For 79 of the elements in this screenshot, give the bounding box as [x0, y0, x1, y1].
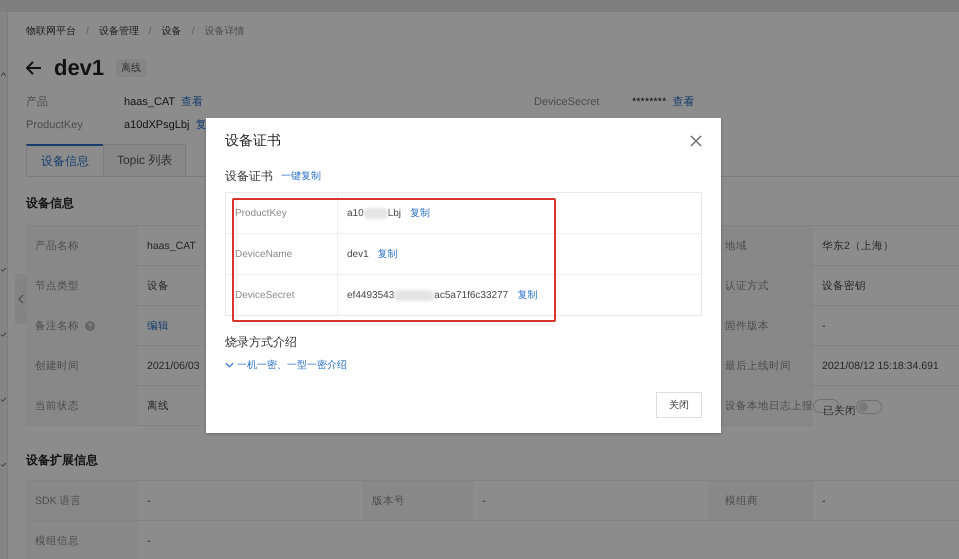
field-value: -: [482, 494, 486, 506]
close-button[interactable]: 关闭: [656, 392, 702, 418]
field-label: 模组商: [725, 494, 758, 508]
link[interactable]: 查看: [181, 94, 204, 109]
chevron-left-icon: [18, 294, 24, 304]
tab[interactable]: Topic 列表: [103, 144, 186, 176]
copy-all-link[interactable]: 一键复制: [281, 169, 321, 183]
field-label: 模组信息: [35, 534, 79, 548]
copy-link[interactable]: 复制: [378, 247, 398, 261]
field-label: 最后上线时间: [725, 358, 791, 372]
field-value: 离线: [147, 398, 169, 412]
field-label: 认证方式: [725, 278, 769, 292]
copy-link[interactable]: 复制: [410, 206, 430, 220]
field-label: 当前状态: [35, 398, 79, 412]
check-icon[interactable]: [0, 397, 7, 402]
field-value: Lbj: [388, 208, 402, 218]
field-value: dev1: [347, 248, 369, 260]
section-title: 设备证书: [225, 168, 273, 184]
device-title: dev1: [54, 55, 104, 81]
check-icon[interactable]: [0, 462, 7, 467]
help-icon[interactable]: [85, 320, 95, 330]
field-value: -: [822, 320, 826, 332]
field-label: DeviceSecret: [235, 290, 294, 300]
dialog-title: 设备证书: [225, 132, 281, 150]
collapse-handle[interactable]: [15, 274, 27, 324]
field-value: 设备密钥: [822, 278, 866, 292]
field-value: 设备: [147, 278, 169, 292]
chevron-down-icon: [225, 362, 234, 368]
field-value: 华东2（上海）: [822, 238, 894, 252]
breadcrumb-separator: /: [148, 26, 152, 36]
toggle-switch[interactable]: [856, 400, 882, 414]
breadcrumb-item[interactable]: 设备: [162, 24, 182, 38]
field-label: 产品名称: [35, 238, 79, 252]
section-title: 烧录方式介绍: [225, 334, 298, 351]
check-icon[interactable]: [0, 267, 7, 272]
field-label: 固件版本: [725, 318, 769, 332]
field-label: 创建时间: [35, 358, 79, 372]
field-value: -: [147, 534, 150, 546]
back-arrow-icon[interactable]: [26, 61, 42, 75]
field-value: a10: [347, 208, 364, 218]
caret-up-icon[interactable]: [0, 72, 7, 77]
link[interactable]: 复: [195, 117, 206, 132]
field-value: haas_CAT: [147, 240, 196, 252]
field-value: -: [822, 494, 826, 506]
check-icon[interactable]: [0, 332, 7, 337]
link[interactable]: 查看: [672, 94, 694, 109]
status-tag: 离线: [116, 59, 146, 77]
breadcrumb-separator: /: [192, 26, 194, 36]
breadcrumb-item: 设备详情: [204, 24, 244, 38]
section-title: 设备扩展信息: [26, 452, 98, 468]
field-label: 地域: [725, 238, 747, 252]
field-value: 2021/08/12 15:18:34.691: [822, 360, 939, 372]
breadcrumb-item[interactable]: 设备管理: [98, 24, 139, 38]
field-value: ac5a71f6c33277: [434, 290, 508, 300]
field-label: 节点类型: [35, 278, 79, 292]
field-label: ProductKey: [235, 208, 287, 218]
tab[interactable]: 设备信息: [26, 144, 104, 176]
field-value: ef4493543: [347, 290, 394, 300]
expand-link[interactable]: 一机一密、一型一密介绍: [225, 358, 347, 372]
field-value: 2021/06/03: [147, 360, 200, 372]
field-value: haas_CAT: [124, 96, 176, 108]
field-label: 版本号: [372, 494, 405, 508]
breadcrumb-item[interactable]: 物联网平台: [26, 24, 76, 38]
field-label: DeviceSecret: [534, 96, 600, 108]
field-label: 设备本地日志上报: [725, 398, 813, 412]
field-value: -: [147, 494, 150, 506]
breadcrumb-separator: /: [86, 26, 89, 36]
field-label: SDK 语言: [35, 494, 82, 508]
field-label: ProductKey: [26, 118, 84, 130]
field-label: 备注名称: [35, 318, 79, 332]
close-icon[interactable]: [690, 135, 702, 147]
section-title: 设备信息: [26, 194, 74, 212]
field-label: DeviceName: [235, 248, 292, 260]
field-label: 产品: [26, 94, 49, 109]
field-value: a10dXPsgLbj: [124, 118, 190, 130]
edit-link[interactable]: 编辑: [147, 318, 169, 332]
field-value: 已关闭: [823, 405, 856, 417]
copy-link[interactable]: 复制: [517, 288, 538, 302]
field-value: ********: [632, 96, 666, 108]
